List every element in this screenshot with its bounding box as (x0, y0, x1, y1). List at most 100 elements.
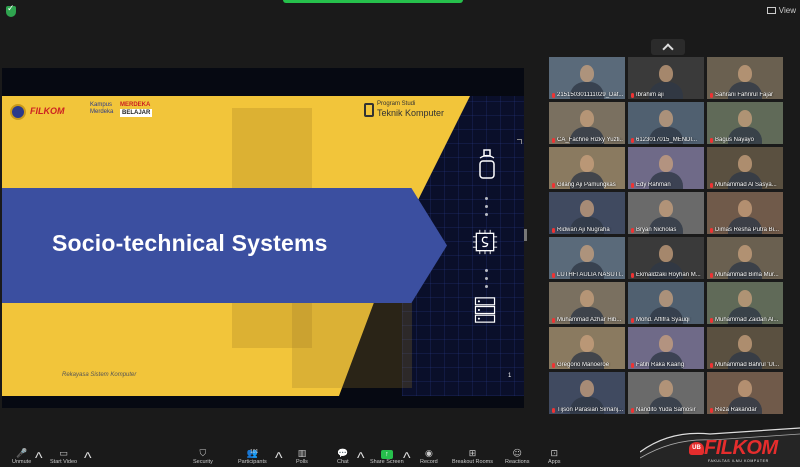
chat-options-caret[interactable]: ^ (357, 450, 365, 467)
breakout-rooms-button[interactable]: ⊞ Breakout Rooms (452, 450, 493, 466)
slide-title: Socio-technical Systems (52, 230, 328, 256)
reactions-button[interactable]: ☺ Reactions (505, 450, 530, 466)
participant-video-face (738, 245, 752, 262)
participant-name-text: Bryan Nicholas (636, 227, 677, 233)
participant-tile[interactable]: Muhammad Azhar Hib... (549, 282, 625, 324)
participant-name-text: Muhammad Zaidan Al... (715, 317, 779, 323)
shield-icon[interactable] (6, 4, 16, 17)
participant-tile[interactable]: LUTHFI AULIA NASUTI... (549, 237, 625, 279)
audio-options-caret[interactable]: ^ (35, 450, 43, 467)
participant-video-face (738, 155, 752, 172)
screen-share-indicator[interactable] (283, 0, 463, 3)
participant-tile[interactable]: Edy Rahman (628, 147, 704, 189)
expand-icon[interactable] (517, 139, 522, 144)
mic-muted-icon (710, 317, 713, 323)
mic-muted-icon (631, 272, 634, 278)
record-button[interactable]: ◉ Record (420, 450, 438, 466)
participant-video-face (738, 335, 752, 352)
grid-view-icon (766, 7, 776, 14)
polls-button[interactable]: ▥ Polls (296, 449, 308, 466)
polls-icon: ▥ (297, 449, 307, 459)
unmute-button[interactable]: 🎤 Unmute (12, 450, 31, 466)
chat-button[interactable]: 💬 Chat (337, 449, 349, 466)
participant-name: 215150301111029_Daf... (552, 92, 623, 98)
participant-tile[interactable]: Ibrahim aji (628, 57, 704, 99)
participant-name-text: Muhammad Azhar Hib... (557, 317, 622, 323)
participant-tile[interactable]: Bagus Nayayo (707, 102, 783, 144)
participant-video-face (659, 380, 673, 397)
share-screen-label: Share Screen (370, 459, 404, 465)
participant-tile[interactable]: Bryan Nicholas (628, 192, 704, 234)
participant-tile[interactable]: Gilang Aji Pamungkas (549, 147, 625, 189)
mic-muted-icon (710, 137, 713, 143)
reactions-label: Reactions (505, 459, 530, 465)
participant-tile[interactable]: Dimas Resha Putra Bi... (707, 192, 783, 234)
usb-icon (479, 149, 495, 179)
watermark-subtitle: FAKULTAS ILMU KOMPUTER (708, 459, 769, 463)
participant-video-face (659, 335, 673, 352)
participant-tile[interactable]: Mohd. Affifra Syauqi (628, 282, 704, 324)
participant-tile[interactable]: Muhammad Zaidan Al... (707, 282, 783, 324)
mic-muted-icon (710, 227, 713, 233)
participant-tile[interactable]: Tijson Parasian Simanj... (549, 372, 625, 414)
watermark-filkom: FILKOM (704, 437, 778, 459)
participant-tile[interactable]: 215150301111029_Daf... (549, 57, 625, 99)
participant-tile[interactable]: Gregorio Manoeroe (549, 327, 625, 369)
breakout-rooms-label: Breakout Rooms (452, 459, 493, 465)
mic-muted-icon (710, 362, 713, 368)
start-video-button[interactable]: ▭ Start Video (50, 449, 77, 466)
slide-footer: Rekayasa Sistem Komputer (62, 372, 137, 378)
participant-name: Dimas Resha Putra Bi... (710, 227, 781, 233)
participant-name: Bryan Nicholas (631, 227, 702, 233)
participants-options-caret[interactable]: ^ (275, 450, 283, 467)
participant-tile[interactable]: Muhammad Bima Mur... (707, 237, 783, 279)
participant-tile[interactable]: Sahrani Fahrirul Fajar (707, 57, 783, 99)
participant-tile[interactable]: Reza Rakandar (707, 372, 783, 414)
mic-muted-icon (552, 407, 555, 413)
video-off-icon: ▭ (59, 449, 68, 459)
apps-button[interactable]: ⊡ Apps (548, 450, 561, 466)
participant-name-text: Tijson Parasian Simanj... (557, 407, 623, 413)
mic-muted-icon (552, 137, 555, 143)
participant-name-text: CA_Fachrie Rizky Yuzti... (557, 137, 623, 143)
participant-tile[interactable]: Ridwan Aji Nugraha (549, 192, 625, 234)
share-options-caret[interactable]: ^ (403, 450, 411, 467)
gallery-scroll-up-button[interactable] (651, 39, 685, 55)
participant-tile[interactable]: Muhammad Al Sasya... (707, 147, 783, 189)
view-button[interactable]: View (766, 6, 796, 15)
mic-muted-icon (631, 227, 634, 233)
split-view-handle[interactable] (524, 229, 527, 241)
participant-name: CA_Fachrie Rizky Yuzti... (552, 137, 623, 143)
ub-badge: UB (689, 442, 704, 455)
participant-video-face (580, 380, 594, 397)
participant-tile[interactable]: Ekmaldzaki Royhan M... (628, 237, 704, 279)
participant-name-text: Sahrani Fahrirul Fajar (715, 92, 774, 98)
chat-label: Chat (337, 459, 349, 465)
video-options-caret[interactable]: ^ (84, 450, 92, 467)
mic-muted-icon (552, 227, 555, 233)
participants-button[interactable]: 👥 101 Participants (238, 449, 267, 465)
connector-dots (485, 264, 489, 293)
participant-tile[interactable]: Nandito Yuda Samosir (628, 372, 704, 414)
polls-label: Polls (296, 459, 308, 465)
chat-icon: 💬 (337, 449, 349, 459)
participant-tile[interactable]: Fatih Raka Kaang (628, 327, 704, 369)
apps-label: Apps (548, 459, 561, 465)
participant-video-face (738, 65, 752, 82)
participant-video-face (659, 290, 673, 307)
security-button[interactable]: ⛉ Security (193, 450, 213, 466)
merdeka-belajar-logo: MERDEKA BELAJAR (120, 101, 153, 117)
mic-muted-icon (631, 317, 634, 323)
participant-tile[interactable]: CA_Fachrie Rizky Yuzti... (549, 102, 625, 144)
share-screen-button[interactable]: ↑ Share Screen (370, 450, 404, 465)
participant-tile[interactable]: 6123017015_MENDI... (628, 102, 704, 144)
participant-name-text: Muhammad Bahrul 'Ul... (715, 362, 780, 368)
participant-video-face (659, 200, 673, 217)
participant-name-text: LUTHFI AULIA NASUTI... (557, 272, 623, 278)
belajar-text: BELAJAR (120, 109, 153, 117)
participants-count: 101 (250, 449, 259, 455)
participant-tile[interactable]: Muhammad Bahrul 'Ul... (707, 327, 783, 369)
slide-page-number: 1 (508, 373, 512, 379)
participant-name: Fatih Raka Kaang (631, 362, 702, 368)
mic-muted-icon (631, 182, 634, 188)
